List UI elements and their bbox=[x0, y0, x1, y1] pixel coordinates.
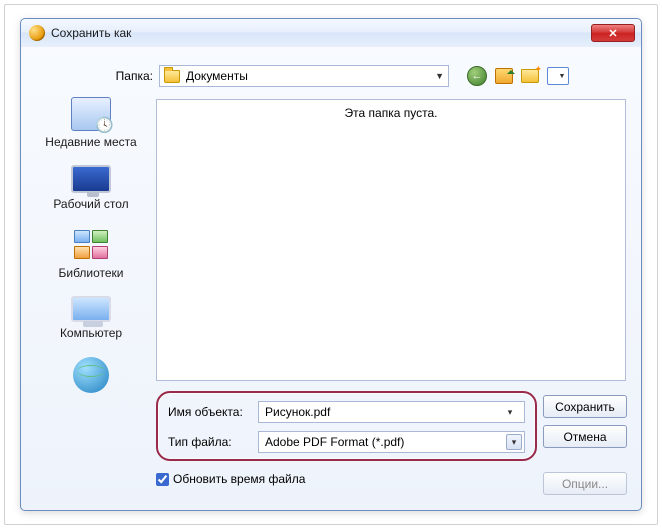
chevron-down-icon: ▾ bbox=[502, 404, 518, 420]
sidebar-item-recent[interactable]: Недавние места bbox=[31, 97, 151, 149]
back-button[interactable]: ← bbox=[467, 66, 487, 86]
folder-row: Папка: Документы ▼ ← ▼ bbox=[105, 65, 631, 87]
file-list[interactable]: Эта папка пуста. bbox=[156, 99, 626, 381]
sidebar-item-desktop[interactable]: Рабочий стол bbox=[31, 165, 151, 211]
filename-input[interactable]: Рисунок.pdf ▾ bbox=[258, 401, 525, 423]
view-mode-button[interactable]: ▼ bbox=[547, 67, 569, 85]
folder-combo[interactable]: Документы ▼ bbox=[159, 65, 449, 87]
network-icon bbox=[73, 357, 109, 393]
sidebar-item-label: Компьютер bbox=[31, 326, 151, 340]
window-title: Сохранить как bbox=[51, 26, 131, 40]
folder-label: Папка: bbox=[105, 69, 153, 83]
action-buttons: Сохранить Отмена bbox=[543, 395, 627, 448]
filename-label: Имя объекта: bbox=[168, 405, 258, 419]
dialog-body: Папка: Документы ▼ ← ▼ bbox=[21, 47, 641, 510]
update-time-label: Обновить время файла bbox=[173, 472, 305, 486]
close-button[interactable]: ✕ bbox=[591, 24, 635, 42]
filename-highlight-box: Имя объекта: Рисунок.pdf ▾ Тип файла: Ad… bbox=[156, 391, 537, 461]
new-folder-button[interactable] bbox=[521, 69, 539, 83]
cancel-button[interactable]: Отмена bbox=[543, 425, 627, 448]
sidebar-item-label: Недавние места bbox=[31, 135, 151, 149]
folder-toolbar: ← ▼ bbox=[467, 66, 569, 86]
options-button[interactable]: Опции... bbox=[543, 472, 627, 495]
arrow-left-icon: ← bbox=[472, 70, 483, 82]
up-folder-button[interactable] bbox=[495, 68, 513, 84]
sidebar-item-label: Рабочий стол bbox=[31, 197, 151, 211]
update-time-checkbox[interactable] bbox=[156, 473, 169, 486]
app-icon bbox=[29, 25, 45, 41]
filetype-row: Тип файла: Adobe PDF Format (*.pdf) ▾ bbox=[168, 431, 525, 453]
computer-icon bbox=[71, 296, 111, 322]
chevron-down-icon: ▾ bbox=[506, 434, 522, 450]
sidebar-item-network[interactable] bbox=[31, 357, 151, 393]
desktop-icon bbox=[71, 165, 111, 193]
filename-value: Рисунок.pdf bbox=[265, 405, 330, 419]
save-as-dialog: Сохранить как ✕ Папка: Документы ▼ ← bbox=[20, 18, 642, 511]
sidebar-item-label: Библиотеки bbox=[31, 266, 151, 280]
filetype-label: Тип файла: bbox=[168, 435, 258, 449]
filetype-value: Adobe PDF Format (*.pdf) bbox=[265, 435, 404, 449]
close-icon: ✕ bbox=[608, 27, 617, 40]
folder-value: Документы bbox=[186, 69, 248, 83]
titlebar: Сохранить как ✕ bbox=[21, 19, 641, 47]
update-time-row: Обновить время файла bbox=[156, 472, 305, 486]
sidebar-item-computer[interactable]: Компьютер bbox=[31, 296, 151, 340]
places-sidebar: Недавние места Рабочий стол Библиотеки К… bbox=[31, 97, 151, 477]
empty-folder-text: Эта папка пуста. bbox=[345, 106, 438, 120]
filename-row: Имя объекта: Рисунок.pdf ▾ bbox=[168, 401, 525, 423]
chevron-down-icon: ▼ bbox=[435, 71, 444, 81]
recent-places-icon bbox=[71, 97, 111, 131]
folder-icon bbox=[164, 70, 180, 83]
libraries-icon bbox=[72, 228, 110, 262]
sidebar-item-libraries[interactable]: Библиотеки bbox=[31, 228, 151, 280]
chevron-down-icon: ▼ bbox=[559, 73, 566, 80]
save-button[interactable]: Сохранить bbox=[543, 395, 627, 418]
filetype-select[interactable]: Adobe PDF Format (*.pdf) ▾ bbox=[258, 431, 525, 453]
